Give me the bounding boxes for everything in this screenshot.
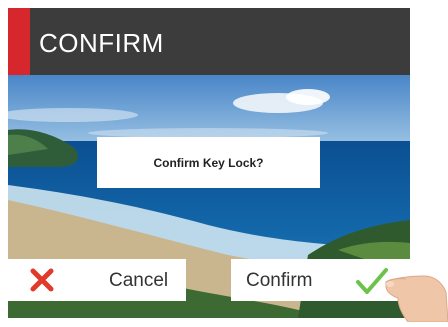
confirm-button-label: Confirm bbox=[246, 270, 313, 291]
title-accent-bar bbox=[8, 8, 30, 75]
cancel-button-label: Cancel bbox=[109, 270, 169, 291]
pointing-hand bbox=[380, 258, 448, 323]
dialog-message: Confirm Key Lock? bbox=[153, 155, 264, 170]
confirm-dialog: Confirm Key Lock? bbox=[97, 137, 320, 188]
x-icon bbox=[29, 267, 55, 298]
title-bar: CONFIRM bbox=[8, 8, 410, 75]
device-screen: CONFIRM Confirm Key Lock? Cancel Confirm bbox=[8, 8, 410, 318]
cancel-button[interactable]: Cancel bbox=[8, 259, 186, 301]
page-title: CONFIRM bbox=[39, 28, 164, 58]
